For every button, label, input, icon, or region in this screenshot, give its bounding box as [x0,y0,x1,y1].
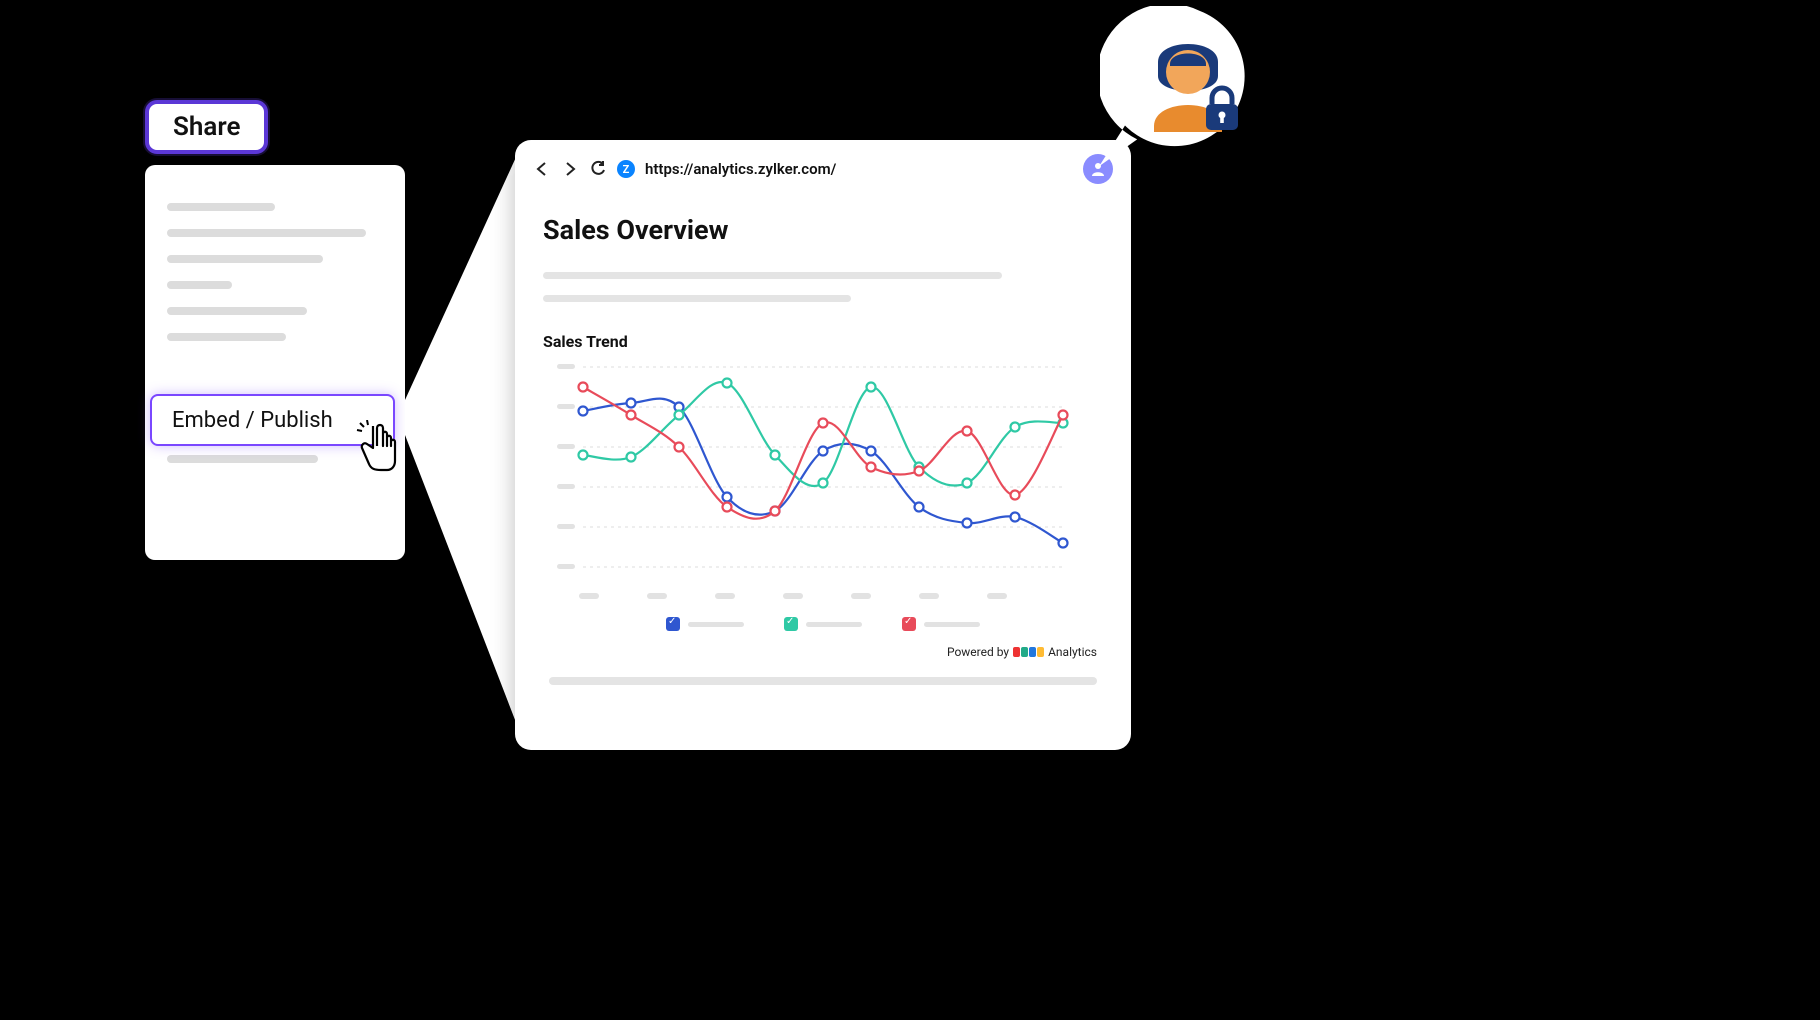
menu-item-placeholder[interactable] [167,307,307,315]
menu-item-placeholder[interactable] [167,281,232,289]
text-placeholder [543,272,1002,279]
menu-item-placeholder[interactable] [167,333,286,341]
text-placeholder [543,295,851,302]
embedded-browser-window: Z https://analytics.zylker.com/ Sales Ov… [515,140,1131,750]
back-icon[interactable] [533,160,551,178]
powered-by-prefix: Powered by [947,645,1009,659]
x-axis-ticks [579,593,1103,599]
share-menu [145,165,405,560]
sales-trend-chart [553,357,1073,587]
browser-url[interactable]: https://analytics.zylker.com/ [645,160,836,178]
legend-item[interactable] [784,617,862,631]
powered-by-suffix: Analytics [1048,645,1097,659]
connector-wedge [405,155,517,725]
legend-checkbox-icon [902,617,916,631]
menu-item-placeholder[interactable] [167,255,323,263]
zoho-logo-icon [1013,647,1044,657]
menu-item-placeholder[interactable] [167,229,366,237]
powered-by-label: Powered by Analytics [543,645,1103,659]
forward-icon[interactable] [561,160,579,178]
chart-legend [543,617,1103,631]
share-button[interactable]: Share [145,100,268,154]
legend-item[interactable] [902,617,980,631]
legend-checkbox-icon [666,617,680,631]
chart-title: Sales Trend [543,332,1103,351]
menu-item-placeholder[interactable] [167,203,275,211]
menu-item-embed-publish[interactable]: Embed / Publish [150,394,395,446]
legend-item[interactable] [666,617,744,631]
site-favicon-icon: Z [617,160,635,178]
page-title: Sales Overview [543,214,1103,246]
menu-item-placeholder[interactable] [167,455,318,463]
horizontal-scrollbar[interactable] [549,677,1097,685]
page-content: Sales Overview Sales Trend Powered by An… [515,192,1131,750]
reload-icon[interactable] [589,160,607,178]
browser-address-bar: Z https://analytics.zylker.com/ [515,140,1131,192]
share-button-label: Share [173,112,240,142]
secure-user-callout [1100,6,1276,182]
legend-checkbox-icon [784,617,798,631]
menu-item-label: Embed / Publish [172,408,333,433]
